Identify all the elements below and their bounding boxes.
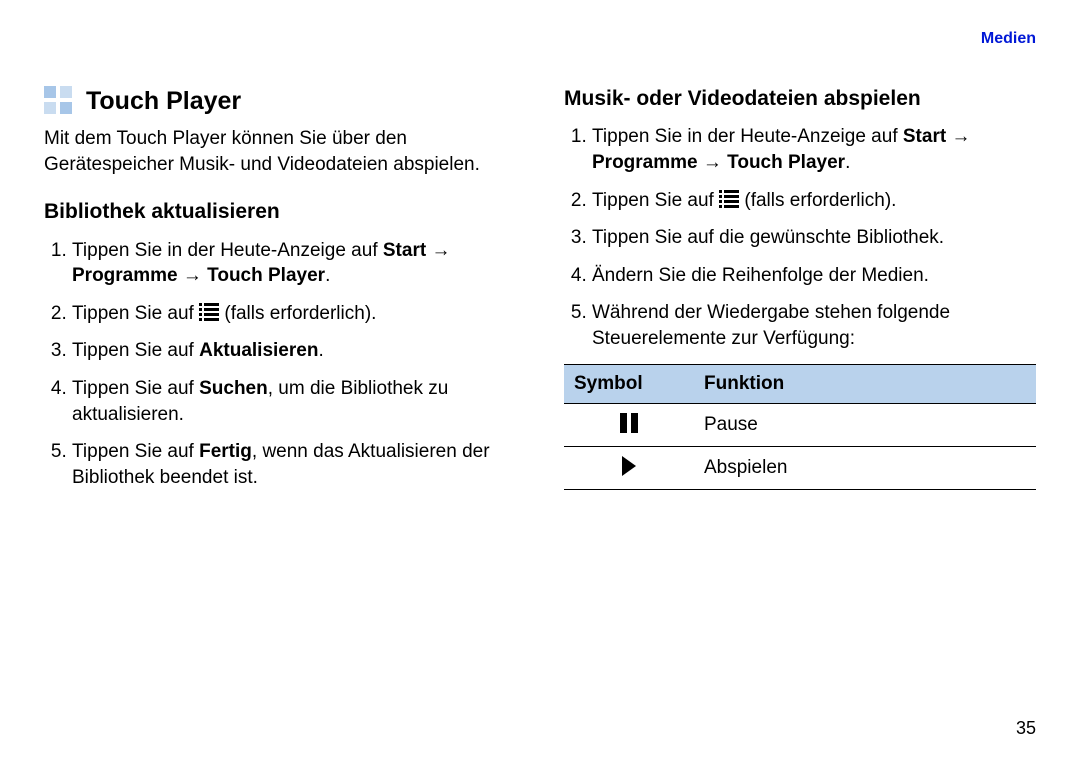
subheading-right: Musik- oder Videodateien abspielen [564,86,1036,112]
step-text: Tippen Sie auf [72,303,199,324]
step-4: Ändern Sie die Reihenfolge der Medien. [592,263,1036,289]
page-number: 35 [1016,718,1036,739]
step-1: Tippen Sie in der Heute-Anzeige auf Star… [592,124,1036,175]
step-text: Tippen Sie auf die gewünschte Bibliothek… [592,227,944,248]
section-bullet-icon [44,86,74,116]
steps-left: Tippen Sie in der Heute-Anzeige auf Star… [44,238,516,491]
step-text: Tippen Sie auf [72,378,199,399]
step-1: Tippen Sie in der Heute-Anzeige auf Star… [72,238,516,289]
th-function: Funktion [694,364,1036,403]
pause-icon [618,412,640,434]
step-text: Tippen Sie auf [72,441,199,462]
cell-play-label: Abspielen [694,446,1036,489]
step-text: . [845,152,850,173]
subheading-left: Bibliothek aktualisieren [44,199,516,225]
step-2: Tippen Sie auf (falls erforderlich). [72,301,516,327]
intro-text: Mit dem Touch Player können Sie über den… [44,126,516,177]
section-label: Medien [981,30,1036,48]
step-text: Tippen Sie auf [72,340,199,361]
bold: Aktualisieren [199,340,318,361]
step-text: Während der Wiedergabe stehen folgende S… [592,302,950,349]
table-header-row: Symbol Funktion [564,364,1036,403]
step-3: Tippen Sie auf die gewünschte Bibliothek… [592,225,1036,251]
play-icon [620,455,638,477]
step-text: Tippen Sie in der Heute-Anzeige auf [72,240,383,261]
left-column: Touch Player Mit dem Touch Player können… [44,86,516,503]
title-row: Touch Player [44,86,516,116]
step-text: (falls erforderlich). [739,190,896,211]
content-columns: Touch Player Mit dem Touch Player können… [44,86,1036,503]
bold: Fertig [199,441,252,462]
step-2: Tippen Sie auf (falls erforderlich). [592,188,1036,214]
bold: Suchen [199,378,268,399]
table-row: Abspielen [564,446,1036,489]
step-4: Tippen Sie auf Suchen, um die Bibliothek… [72,376,516,427]
table-row: Pause [564,403,1036,446]
page: Medien Touch Player Mit dem Touch Player… [0,0,1080,765]
list-icon [199,303,219,321]
step-text: (falls erforderlich). [219,303,376,324]
list-icon [719,190,739,208]
controls-table: Symbol Funktion [564,364,1036,490]
th-symbol: Symbol [564,364,694,403]
page-title: Touch Player [86,87,241,116]
step-5: Während der Wiedergabe stehen folgende S… [592,300,1036,351]
right-column: Musik- oder Videodateien abspielen Tippe… [564,86,1036,503]
step-text: Tippen Sie in der Heute-Anzeige auf [592,126,903,147]
cell-pause-icon [564,403,694,446]
cell-play-icon [564,446,694,489]
step-text: . [325,265,330,286]
cell-pause-label: Pause [694,403,1036,446]
step-text: . [318,340,323,361]
step-text: Tippen Sie auf [592,190,719,211]
step-text: Ändern Sie die Reihenfolge der Medien. [592,265,929,286]
step-3: Tippen Sie auf Aktualisieren. [72,338,516,364]
step-5: Tippen Sie auf Fertig, wenn das Aktualis… [72,439,516,490]
steps-right: Tippen Sie in der Heute-Anzeige auf Star… [564,124,1036,351]
